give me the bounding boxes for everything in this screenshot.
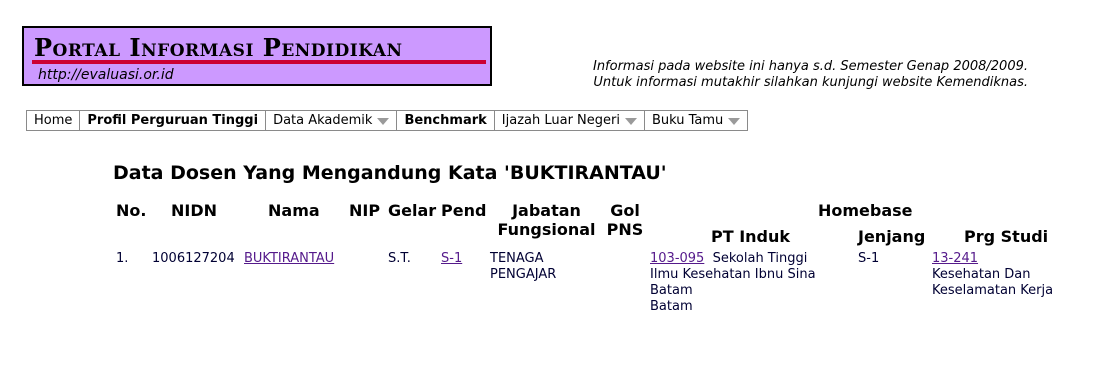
menu-home-label: Home bbox=[34, 113, 73, 128]
menu-profil-label: Profil Perguruan Tinggi bbox=[87, 113, 259, 128]
col-header-jabatan-line2: Fungsional bbox=[497, 220, 596, 239]
logo-divider bbox=[32, 60, 486, 64]
pt-induk-link[interactable]: 103-095 bbox=[650, 251, 704, 266]
cell-pt-line3: Batam bbox=[650, 283, 693, 298]
menu-benchmark[interactable]: Benchmark bbox=[397, 111, 495, 130]
cell-no: 1. bbox=[116, 251, 129, 266]
col-header-pt-induk: PT Induk bbox=[711, 227, 791, 246]
cell-jabatan-line1: TENAGA bbox=[490, 251, 544, 266]
portal-logo[interactable]: Portal Informasi Pendidikan http://evalu… bbox=[22, 26, 492, 86]
cell-pt-induk: 103-095 Sekolah Tinggi Ilmu Kesehatan Ib… bbox=[650, 251, 816, 315]
menu-ijazah-luar-negeri[interactable]: Ijazah Luar Negeri bbox=[494, 111, 645, 130]
col-header-gelar: Gelar bbox=[388, 201, 437, 220]
menu-profil-perguruan-tinggi[interactable]: Profil Perguruan Tinggi bbox=[80, 111, 267, 130]
col-header-gol-line1: Gol bbox=[610, 201, 640, 220]
col-header-gol-pns: Gol PNS bbox=[604, 201, 646, 239]
menu-ijazah-label: Ijazah Luar Negeri bbox=[501, 113, 620, 128]
menu-home[interactable]: Home bbox=[27, 111, 81, 130]
menu-data-akademik-label: Data Akademik bbox=[273, 113, 373, 128]
cell-jabatan-line2: PENGAJAR bbox=[490, 267, 557, 282]
chevron-down-icon bbox=[728, 117, 741, 125]
cell-pend: S-1 bbox=[441, 251, 462, 267]
page-title: Data Dosen Yang Mengandung Kata 'BUKTIRA… bbox=[113, 162, 667, 184]
menu-buku-tamu[interactable]: Buku Tamu bbox=[644, 111, 748, 130]
pt-name-part1: Sekolah Tinggi bbox=[712, 251, 808, 266]
chevron-down-icon bbox=[377, 117, 390, 125]
cell-pt-line2: Ilmu Kesehatan Ibnu Sina bbox=[650, 267, 816, 282]
chevron-down-icon bbox=[624, 117, 637, 125]
cell-pt-line1: 103-095 Sekolah Tinggi bbox=[650, 251, 816, 267]
pendidikan-link[interactable]: S-1 bbox=[441, 251, 462, 266]
col-header-jabatan-fungsional: Jabatan Fungsional bbox=[497, 201, 596, 239]
logo-url: http://evaluasi.or.id bbox=[38, 67, 174, 83]
cell-gelar: S.T. bbox=[388, 251, 411, 266]
cell-prodi-line1: 13-241 bbox=[932, 251, 1053, 267]
col-header-homebase: Homebase bbox=[818, 201, 913, 220]
col-header-nama: Nama bbox=[268, 201, 320, 220]
cell-nama: BUKTIRANTAU bbox=[244, 251, 334, 267]
col-header-pend: Pend bbox=[441, 201, 487, 220]
col-header-gol-line2: PNS bbox=[606, 220, 644, 239]
logo-title: Portal Informasi Pendidikan bbox=[34, 33, 403, 62]
main-menu: Home Profil Perguruan Tinggi Data Akadem… bbox=[26, 110, 749, 131]
col-header-nip: NIP bbox=[349, 201, 381, 220]
cell-jenjang: S-1 bbox=[858, 251, 880, 266]
menu-benchmark-label: Benchmark bbox=[404, 113, 487, 128]
col-header-prg-studi: Prg Studi bbox=[964, 227, 1049, 246]
notice-line-2: Untuk informasi mutakhir silahkan kunjun… bbox=[593, 75, 1028, 90]
notice-line-1: Informasi pada website ini hanya s.d. Se… bbox=[592, 59, 1028, 74]
cell-prg-studi: 13-241 Kesehatan Dan Keselamatan Kerja bbox=[932, 251, 1053, 299]
dosen-name-link[interactable]: BUKTIRANTAU bbox=[244, 251, 334, 266]
col-header-nidn: NIDN bbox=[171, 201, 218, 220]
col-header-jenjang: Jenjang bbox=[858, 227, 926, 246]
cell-prodi-line2: Kesehatan Dan bbox=[932, 267, 1031, 282]
col-header-no: No. bbox=[116, 201, 147, 220]
menu-data-akademik[interactable]: Data Akademik bbox=[266, 111, 398, 130]
info-notice: Informasi pada website ini hanya s.d. Se… bbox=[593, 59, 1028, 91]
cell-jabatan: TENAGA PENGAJAR bbox=[490, 251, 556, 283]
col-header-jabatan-line1: Jabatan bbox=[512, 201, 581, 220]
cell-pt-line4: Batam bbox=[650, 299, 693, 314]
cell-nidn: 1006127204 bbox=[152, 251, 235, 266]
menu-buku-tamu-label: Buku Tamu bbox=[651, 113, 724, 128]
prodi-link[interactable]: 13-241 bbox=[932, 251, 978, 266]
cell-prodi-line3: Keselamatan Kerja bbox=[932, 283, 1054, 298]
